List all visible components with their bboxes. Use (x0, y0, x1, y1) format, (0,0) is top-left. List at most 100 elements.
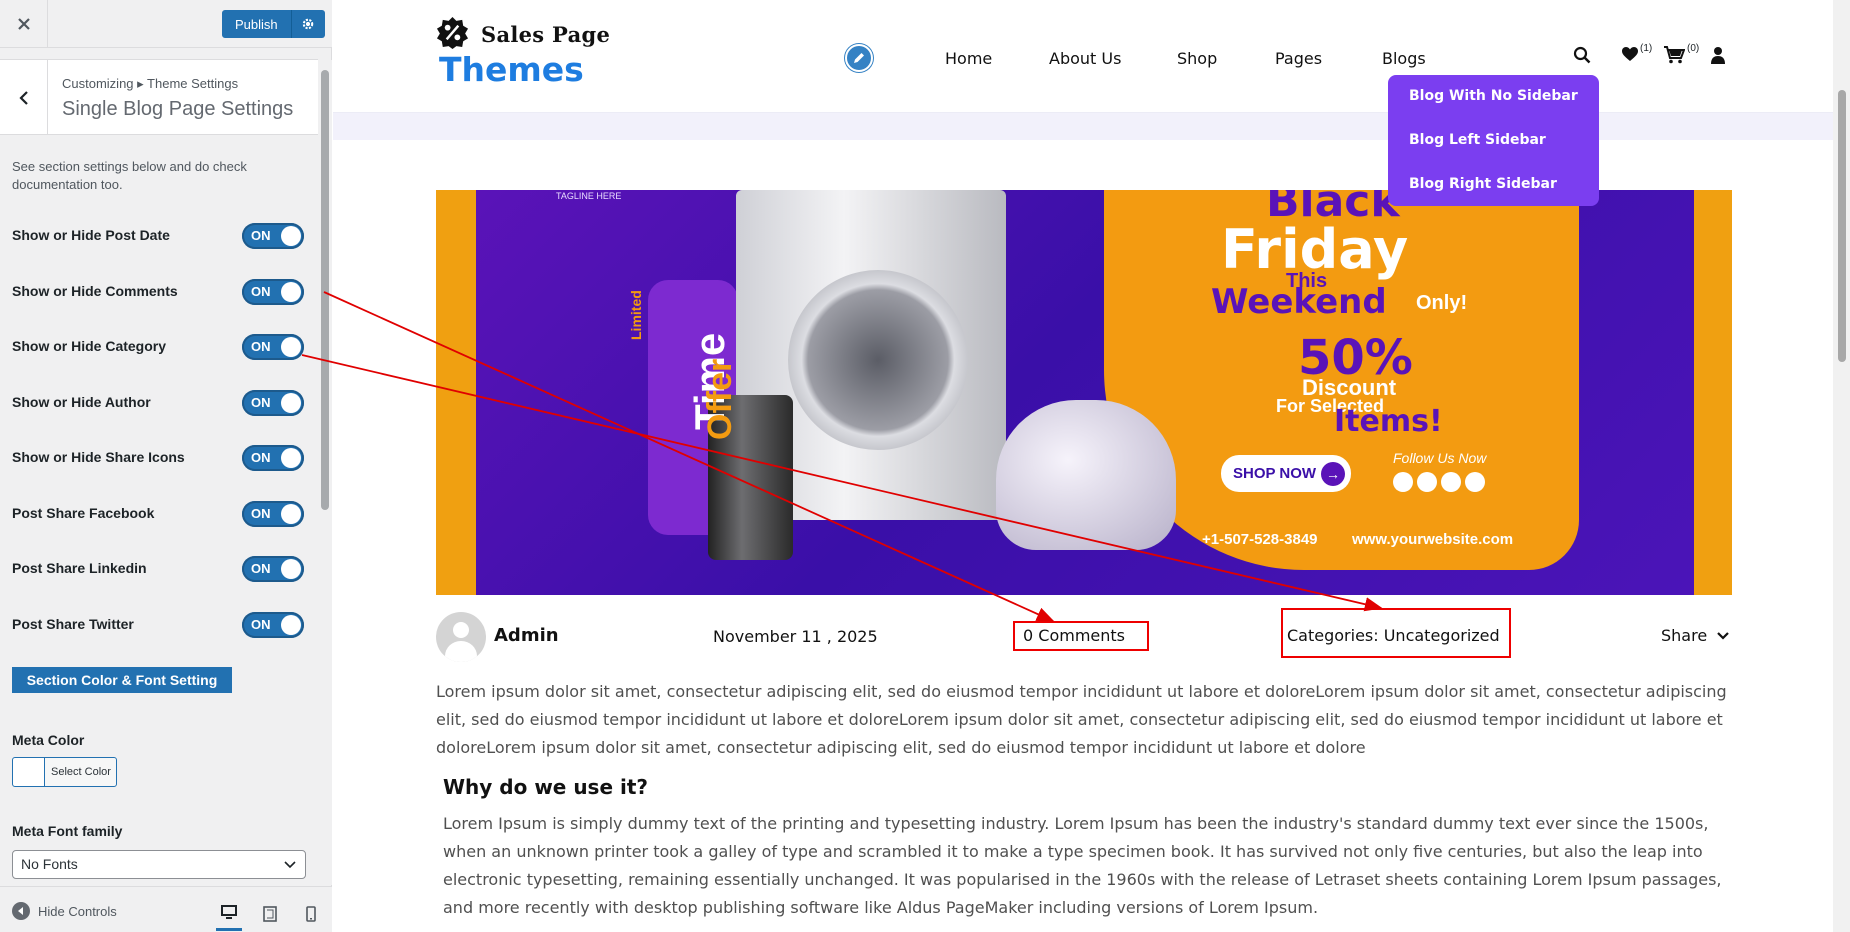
post-date-toggle[interactable]: ON (242, 223, 304, 249)
toggle-row-comments: Show or Hide Comments ON (12, 279, 304, 305)
toggle-label: Post Share Linkedin (12, 560, 147, 576)
youtube-icon (1441, 472, 1461, 492)
mobile-icon (306, 906, 316, 922)
toggle-row-category: Show or Hide Category ON (12, 334, 304, 360)
panel-scrollbar[interactable] (318, 60, 332, 885)
post-categories[interactable]: Categories: Uncategorized (1287, 626, 1500, 645)
preview-mobile-button[interactable] (298, 897, 324, 931)
customizer-panel: Publish Customizing ▸ Theme Settings Sin… (0, 0, 332, 932)
shop-now-label: SHOP NOW (1233, 465, 1317, 482)
nav-pages[interactable]: Pages (1275, 49, 1322, 68)
desktop-icon (221, 905, 237, 919)
publish-button[interactable]: Publish (222, 10, 291, 38)
toggle-label: Show or Hide Comments (12, 283, 178, 299)
arrow-right-icon: → (1321, 462, 1345, 486)
nav-shop[interactable]: Shop (1177, 49, 1217, 68)
post-heading: Why do we use it? (443, 775, 649, 799)
featured-image-banner: TAGLINE HERE Limited Time Offer Black Fr… (436, 190, 1732, 595)
preview-scrollbar[interactable] (1833, 0, 1850, 932)
pencil-icon (854, 53, 864, 63)
toggle-state: ON (251, 339, 271, 354)
site-header: Sales Page Themes Home About Us Shop Pag… (333, 0, 1833, 113)
toggle-label: Show or Hide Category (12, 338, 167, 354)
toggle-knob (281, 448, 301, 468)
close-customizer-button[interactable] (0, 0, 48, 47)
dropdown-item-left-sidebar[interactable]: Blog Left Sidebar (1409, 132, 1546, 148)
toggle-knob (281, 504, 301, 524)
category-toggle[interactable]: ON (242, 334, 304, 360)
publish-settings-button[interactable] (290, 10, 325, 38)
author-toggle[interactable]: ON (242, 390, 304, 416)
customizer-footer: Hide Controls (0, 886, 332, 932)
section-color-font-button[interactable]: Section Color & Font Setting (12, 667, 232, 693)
search-icon[interactable] (1573, 46, 1591, 64)
meta-color-label: Meta Color (12, 732, 85, 748)
toggle-label: Post Share Twitter (12, 616, 134, 632)
toggle-row-share-twitter: Post Share Twitter ON (12, 612, 304, 638)
toggle-row-post-date: Show or Hide Post Date ON (12, 223, 304, 249)
toggle-knob (281, 226, 301, 246)
user-icon[interactable] (1710, 46, 1726, 64)
preview-scrollbar-thumb[interactable] (1838, 90, 1846, 362)
instagram-icon (1465, 472, 1485, 492)
banner-weekend: Weekend (1211, 282, 1387, 322)
nav-blogs[interactable]: Blogs (1382, 49, 1426, 68)
post-share-toggle[interactable]: Share (1661, 626, 1730, 645)
color-swatch[interactable] (13, 758, 45, 786)
toggle-knob (281, 559, 301, 579)
blogs-dropdown-menu: Blog With No Sidebar Blog Left Sidebar B… (1388, 75, 1599, 206)
edit-shortcut-button[interactable] (845, 44, 873, 72)
cart-icon[interactable] (1663, 46, 1685, 64)
meta-color-picker[interactable]: Select Color (12, 757, 117, 787)
share-twitter-toggle[interactable]: ON (242, 612, 304, 638)
chevron-down-icon (284, 861, 296, 869)
vacuum-cleaner-image (996, 400, 1176, 550)
comments-toggle[interactable]: ON (242, 279, 304, 305)
heart-icon[interactable] (1621, 46, 1639, 62)
toggle-state: ON (251, 450, 271, 465)
post-date: November 11 , 2025 (713, 627, 878, 646)
post-author[interactable]: Admin (494, 625, 559, 646)
author-avatar (436, 612, 486, 662)
hide-controls-button[interactable]: Hide Controls (12, 902, 117, 920)
preview-desktop-button[interactable] (216, 897, 242, 931)
meta-font-value: No Fonts (21, 856, 78, 872)
washing-machine-door (788, 270, 968, 450)
meta-font-select[interactable]: No Fonts (12, 850, 306, 879)
share-icons-toggle[interactable]: ON (242, 445, 304, 471)
share-facebook-toggle[interactable]: ON (242, 501, 304, 527)
customizer-header: Publish (0, 0, 332, 48)
facebook-icon (1393, 472, 1413, 492)
dropdown-item-no-sidebar[interactable]: Blog With No Sidebar (1409, 88, 1578, 104)
avatar-head (453, 622, 469, 638)
toggle-row-share-linkedin: Post Share Linkedin ON (12, 556, 304, 582)
toggle-label: Show or Hide Post Date (12, 227, 170, 243)
post-comments[interactable]: 0 Comments (1023, 626, 1125, 645)
banner-website: www.yourwebsite.com (1352, 531, 1514, 548)
post-paragraph: Lorem ipsum dolor sit amet, consectetur … (436, 682, 1727, 757)
tablet-icon (263, 906, 277, 922)
wishlist-count: (1) (1640, 43, 1653, 54)
back-button[interactable] (0, 60, 48, 135)
header-divider-band (333, 113, 1833, 140)
banner-items: Items! (1334, 404, 1443, 439)
toggle-knob (281, 615, 301, 635)
section-header: Customizing ▸ Theme Settings Single Blog… (0, 59, 318, 135)
post-paragraph: Lorem Ipsum is simply dummy text of the … (443, 814, 1722, 917)
preview-tablet-button[interactable] (257, 897, 283, 931)
toggle-knob (281, 282, 301, 302)
nav-about-us[interactable]: About Us (1049, 49, 1121, 68)
banner-background: TAGLINE HERE Limited Time Offer Black Fr… (476, 190, 1694, 595)
toggle-state: ON (251, 395, 271, 410)
dropdown-item-right-sidebar[interactable]: Blog Right Sidebar (1409, 176, 1557, 192)
toggle-knob (281, 393, 301, 413)
toggle-label: Show or Hide Share Icons (12, 449, 185, 465)
panel-scrollbar-thumb[interactable] (321, 70, 329, 510)
logo-text-top: Sales Page (481, 22, 611, 47)
banner-limited: Limited (628, 290, 644, 340)
share-linkedin-toggle[interactable]: ON (242, 556, 304, 582)
twitter-icon (1417, 472, 1437, 492)
toggle-label: Show or Hide Author (12, 394, 151, 410)
banner-follow: Follow Us Now (1393, 450, 1487, 466)
nav-home[interactable]: Home (945, 49, 992, 68)
